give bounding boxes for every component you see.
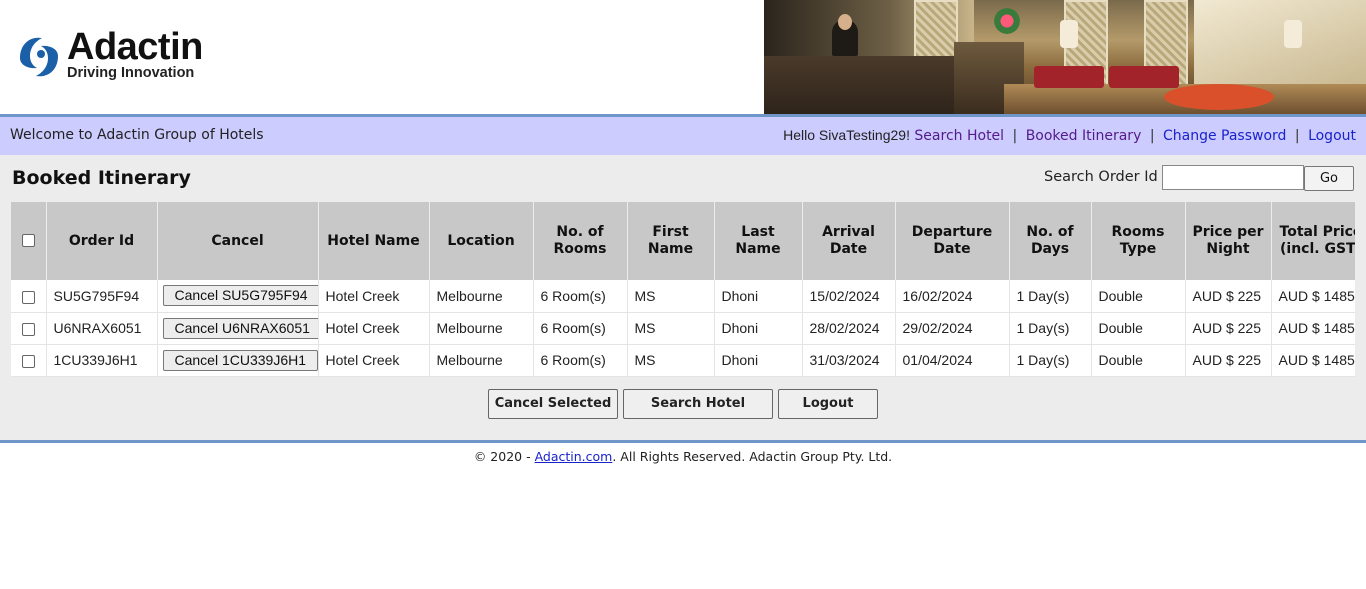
brand-tagline: Driving Innovation	[67, 65, 195, 81]
logout-button[interactable]: Logout	[778, 389, 878, 419]
hotel-name-cell: Hotel Creek	[318, 344, 430, 377]
table-row: SU5G795F94 Cancel SU5G795F94 Hotel Creek…	[11, 280, 1355, 313]
column-header-last-name: Last Name	[714, 202, 803, 280]
cancel-selected-button[interactable]: Cancel Selected	[488, 389, 618, 419]
table-row: 1CU339J6H1 Cancel 1CU339J6H1 Hotel Creek…	[11, 344, 1355, 377]
nav-link-booked-itinerary[interactable]: Booked Itinerary	[1026, 128, 1142, 144]
cancel-order-button[interactable]: Cancel U6NRAX6051	[162, 317, 317, 339]
location-cell: Melbourne	[429, 312, 534, 345]
order-id-cell: 1CU339J6H1	[46, 344, 158, 377]
column-header-cancel: Cancel	[157, 202, 319, 280]
price-per-night-cell: AUD $ 225	[1185, 280, 1272, 313]
nav-link-change-password[interactable]: Change Password	[1163, 128, 1286, 144]
hotel-lobby-banner-image	[764, 0, 1366, 114]
main-content: Booked Itinerary Search Order Id Go Orde…	[0, 155, 1366, 440]
row-checkbox[interactable]	[21, 290, 35, 304]
nav-separator: |	[1012, 128, 1018, 144]
column-header-rooms: No. of Rooms	[533, 202, 628, 280]
itinerary-table: Order Id Cancel Hotel Name Location No. …	[11, 202, 1355, 377]
brand-name: Adactin	[67, 26, 203, 68]
days-cell: 1 Day(s)	[1009, 280, 1092, 313]
table-header-row: Order Id Cancel Hotel Name Location No. …	[11, 202, 1355, 280]
last-name-cell: Dhoni	[714, 312, 803, 345]
first-name-cell: MS	[627, 312, 715, 345]
first-name-cell: MS	[627, 280, 715, 313]
last-name-cell: Dhoni	[714, 344, 803, 377]
logo-swirl-icon	[20, 37, 58, 77]
column-header-first-name: First Name	[627, 202, 715, 280]
hotel-name-cell: Hotel Creek	[318, 312, 430, 345]
column-header-price-per-night: Price per Night	[1185, 202, 1272, 280]
row-select-cell	[11, 344, 47, 377]
total-price-cell: AUD $ 1485	[1271, 280, 1355, 313]
search-hotel-button[interactable]: Search Hotel	[623, 389, 773, 419]
cancel-order-button[interactable]: Cancel SU5G795F94	[162, 285, 317, 307]
adactin-logo: Adactin Driving Innovation	[14, 26, 234, 88]
last-name-cell: Dhoni	[714, 280, 803, 313]
column-header-days: No. of Days	[1009, 202, 1092, 280]
row-checkbox[interactable]	[21, 322, 35, 336]
nav-link-search-hotel[interactable]: Search Hotel	[914, 128, 1004, 144]
footer-divider	[0, 440, 1366, 443]
nav-separator: |	[1149, 128, 1155, 144]
nav-separator: |	[1294, 128, 1300, 144]
column-header-departure-date: Departure Date	[895, 202, 1010, 280]
go-button[interactable]: Go	[1304, 166, 1354, 191]
cancel-cell: Cancel 1CU339J6H1	[157, 344, 319, 377]
departure-date-cell: 29/02/2024	[895, 312, 1010, 345]
arrival-date-cell: 28/02/2024	[802, 312, 896, 345]
welcome-text: Welcome to Adactin Group of Hotels	[10, 127, 264, 143]
column-header-arrival-date: Arrival Date	[802, 202, 896, 280]
rooms-type-cell: Double	[1091, 344, 1186, 377]
user-nav: Hello SivaTesting29! Search Hotel | Book…	[783, 127, 1356, 144]
search-order-id-label: Search Order Id	[1044, 169, 1158, 185]
arrival-date-cell: 15/02/2024	[802, 280, 896, 313]
departure-date-cell: 16/02/2024	[895, 280, 1010, 313]
order-id-cell: SU5G795F94	[46, 280, 158, 313]
itinerary-table-container: Order Id Cancel Hotel Name Location No. …	[11, 202, 1355, 377]
rooms-type-cell: Double	[1091, 280, 1186, 313]
row-checkbox[interactable]	[21, 354, 35, 368]
cancel-cell: Cancel SU5G795F94	[157, 280, 319, 313]
price-per-night-cell: AUD $ 225	[1185, 344, 1272, 377]
nav-link-logout[interactable]: Logout	[1308, 128, 1356, 144]
footer-copyright-suffix: . All Rights Reserved. Adactin Group Pty…	[612, 449, 893, 464]
location-cell: Melbourne	[429, 280, 534, 313]
hello-user-text: Hello SivaTesting29!	[783, 127, 910, 143]
rooms-cell: 6 Room(s)	[533, 280, 628, 313]
days-cell: 1 Day(s)	[1009, 344, 1092, 377]
rooms-type-cell: Double	[1091, 312, 1186, 345]
days-cell: 1 Day(s)	[1009, 312, 1092, 345]
arrival-date-cell: 31/03/2024	[802, 344, 896, 377]
price-per-night-cell: AUD $ 225	[1185, 312, 1272, 345]
site-header: Adactin Driving Innovation	[0, 0, 1366, 114]
row-select-cell	[11, 312, 47, 345]
cancel-cell: Cancel U6NRAX6051	[157, 312, 319, 345]
cancel-order-button[interactable]: Cancel 1CU339J6H1	[162, 349, 317, 371]
column-header-rooms-type: Rooms Type	[1091, 202, 1186, 280]
search-order-id-input[interactable]	[1162, 165, 1304, 190]
order-id-cell: U6NRAX6051	[46, 312, 158, 345]
column-header-location: Location	[429, 202, 534, 280]
footer-copyright-prefix: © 2020 -	[473, 449, 535, 464]
column-header-hotel-name: Hotel Name	[318, 202, 430, 280]
column-header-order-id: Order Id	[46, 202, 158, 280]
rooms-cell: 6 Room(s)	[533, 344, 628, 377]
rooms-cell: 6 Room(s)	[533, 312, 628, 345]
select-all-checkbox[interactable]	[21, 234, 35, 247]
footer: © 2020 - Adactin.com. All Rights Reserve…	[0, 449, 1366, 464]
table-row: U6NRAX6051 Cancel U6NRAX6051 Hotel Creek…	[11, 312, 1355, 345]
departure-date-cell: 01/04/2024	[895, 344, 1010, 377]
row-select-cell	[11, 280, 47, 313]
column-header-total-price: Total Price (incl. GST)	[1271, 202, 1355, 280]
select-all-cell	[11, 202, 47, 280]
total-price-cell: AUD $ 1485	[1271, 312, 1355, 345]
nav-bar: Welcome to Adactin Group of Hotels Hello…	[0, 117, 1366, 155]
total-price-cell: AUD $ 1485	[1271, 344, 1355, 377]
hotel-name-cell: Hotel Creek	[318, 280, 430, 313]
footer-link-adactin[interactable]: Adactin.com	[535, 449, 613, 464]
first-name-cell: MS	[627, 344, 715, 377]
location-cell: Melbourne	[429, 344, 534, 377]
page-title: Booked Itinerary	[12, 167, 191, 189]
